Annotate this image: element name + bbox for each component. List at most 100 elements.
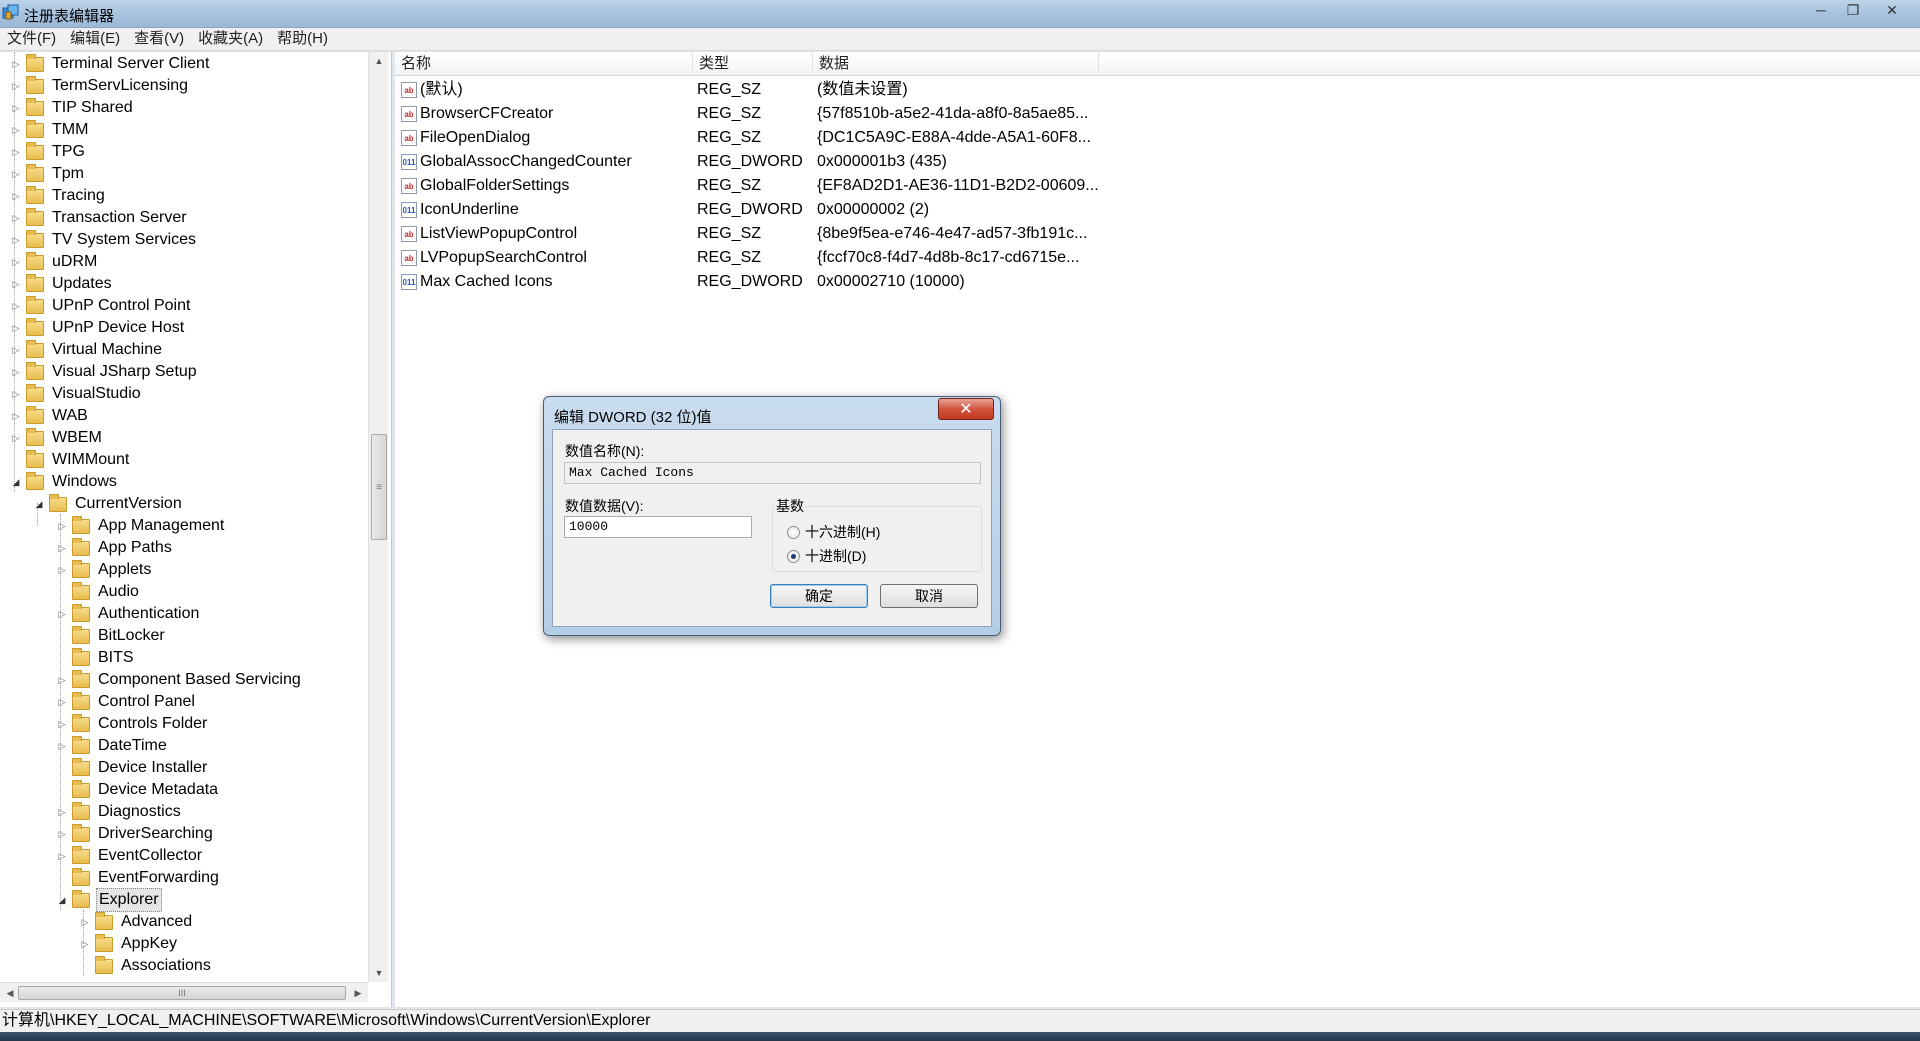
tree-node[interactable]: ▷ App Management	[56, 515, 226, 537]
menu-help[interactable]: 帮助(H)	[270, 28, 335, 50]
tree-node[interactable]: Associations	[79, 955, 213, 977]
scroll-right-arrow-icon[interactable]: ▶	[350, 983, 366, 1003]
tree-node[interactable]: WIMMount	[10, 449, 131, 471]
menu-view[interactable]: 查看(V)	[127, 28, 191, 50]
tree-node[interactable]: ▷ Advanced	[79, 911, 194, 933]
tree-node[interactable]: ▷ EventCollector	[56, 845, 204, 867]
tree-node[interactable]: ▷ Visual JSharp Setup	[10, 361, 199, 383]
tree-node[interactable]: ▷ Component Based Servicing	[56, 669, 303, 691]
collapsed-arrow-icon[interactable]: ▷	[79, 938, 91, 950]
scroll-down-arrow-icon[interactable]: ▼	[369, 964, 389, 982]
value-row[interactable]: ab (默认) REG_SZ (数值未设置)	[395, 78, 1103, 102]
registry-tree[interactable]: ▷ Terminal Server Client ▷ TermServLicensin…	[0, 52, 392, 1007]
close-window-button[interactable]: ✕	[1870, 0, 1914, 20]
edit-dword-dialog[interactable]: 编辑 DWORD (32 位)值 ✕ 数值名称(N): Max Cached I…	[543, 396, 1001, 636]
collapsed-arrow-icon[interactable]: ▷	[10, 212, 22, 224]
collapsed-arrow-icon[interactable]: ▷	[56, 696, 68, 708]
tree-node[interactable]: Device Installer	[56, 757, 209, 779]
value-data-input[interactable]: 10000	[564, 516, 752, 538]
scroll-thumb[interactable]: ≡	[371, 434, 387, 540]
collapsed-arrow-icon[interactable]: ▷	[10, 410, 22, 422]
tree-node[interactable]: ▷ TPG	[10, 141, 87, 163]
tree-node[interactable]: ◢ Explorer	[56, 888, 162, 912]
dialog-close-button[interactable]: ✕	[938, 398, 994, 420]
collapsed-arrow-icon[interactable]: ▷	[79, 916, 91, 928]
tree-node[interactable]: ▷ Controls Folder	[56, 713, 209, 735]
value-row[interactable]: ab GlobalFolderSettings REG_SZ {EF8AD2D1-AE…	[395, 174, 1103, 198]
tree-node[interactable]: ▷ uDRM	[10, 251, 99, 273]
tree-node[interactable]: ▷ TMM	[10, 119, 90, 141]
collapsed-arrow-icon[interactable]: ▷	[56, 740, 68, 752]
tree-node[interactable]: ▷ VisualStudio	[10, 383, 143, 405]
collapsed-arrow-icon[interactable]: ▷	[10, 256, 22, 268]
value-row[interactable]: ab BrowserCFCreator REG_SZ {57f8510b-a5e2-4…	[395, 102, 1103, 126]
collapsed-arrow-icon[interactable]: ▷	[10, 300, 22, 312]
tree-node[interactable]: ▷ UPnP Control Point	[10, 295, 192, 317]
collapsed-arrow-icon[interactable]: ▷	[56, 674, 68, 686]
collapsed-arrow-icon[interactable]: ▷	[56, 806, 68, 818]
decimal-radio-dot[interactable]	[787, 549, 800, 563]
tree-node[interactable]: ▷ Applets	[56, 559, 153, 581]
tree-node[interactable]: BITS	[56, 647, 136, 669]
tree-node[interactable]: Audio	[56, 581, 141, 603]
menu-favorites[interactable]: 收藏夹(A)	[191, 28, 270, 50]
collapsed-arrow-icon[interactable]: ▷	[10, 234, 22, 246]
ok-button[interactable]: 确定	[770, 584, 868, 608]
tree-vertical-scrollbar[interactable]: ▲ ≡ ▼	[368, 52, 388, 982]
collapsed-arrow-icon[interactable]: ▷	[56, 608, 68, 620]
title-bar[interactable]: 注册表编辑器 ─ ❐ ✕	[0, 0, 1920, 28]
column-data[interactable]: 数据	[813, 52, 1099, 76]
tree-node[interactable]: Device Metadata	[56, 779, 220, 801]
tree-node[interactable]: ▷ UPnP Device Host	[10, 317, 186, 339]
expanded-arrow-icon[interactable]: ◢	[56, 894, 68, 906]
expanded-arrow-icon[interactable]: ◢	[33, 498, 45, 510]
tree-node[interactable]: ▷ DriverSearching	[56, 823, 215, 845]
value-row[interactable]: 011 IconUnderline REG_DWORD 0x00000002 (2)	[395, 198, 1103, 222]
value-row[interactable]: 011 GlobalAssocChangedCounter REG_DWORD 0x0…	[395, 150, 1103, 174]
collapsed-arrow-icon[interactable]: ▷	[10, 366, 22, 378]
collapsed-arrow-icon[interactable]: ▷	[56, 520, 68, 532]
collapsed-arrow-icon[interactable]: ▷	[10, 322, 22, 334]
tree-node[interactable]: ▷ Tracing	[10, 185, 107, 207]
scroll-up-arrow-icon[interactable]: ▲	[369, 52, 389, 70]
tree-node[interactable]: ▷ Authentication	[56, 603, 201, 625]
collapsed-arrow-icon[interactable]: ▷	[56, 850, 68, 862]
tree-node[interactable]: ▷ DateTime	[56, 735, 169, 757]
hscroll-thumb[interactable]: III	[18, 986, 346, 1000]
value-row[interactable]: ab FileOpenDialog REG_SZ {DC1C5A9C-E88A-4dd…	[395, 126, 1103, 150]
menu-edit[interactable]: 编辑(E)	[63, 28, 127, 50]
cancel-button[interactable]: 取消	[880, 584, 978, 608]
menu-file[interactable]: 文件(F)	[0, 28, 63, 50]
column-type[interactable]: 类型	[693, 52, 813, 76]
tree-node[interactable]: ◢ CurrentVersion	[33, 493, 184, 515]
tree-node[interactable]: ▷ AppKey	[79, 933, 179, 955]
tree-node[interactable]: ▷ Terminal Server Client	[10, 53, 211, 75]
tree-node[interactable]: ▷ Virtual Machine	[10, 339, 164, 361]
tree-node[interactable]: ▷ WAB	[10, 405, 90, 427]
collapsed-arrow-icon[interactable]: ▷	[10, 146, 22, 158]
value-row[interactable]: ab LVPopupSearchControl REG_SZ {fccf70c8-f4…	[395, 246, 1103, 270]
collapsed-arrow-icon[interactable]: ▷	[10, 168, 22, 180]
tree-node[interactable]: ▷ App Paths	[56, 537, 174, 559]
tree-node[interactable]: ▷ Control Panel	[56, 691, 197, 713]
collapsed-arrow-icon[interactable]: ▷	[56, 718, 68, 730]
collapsed-arrow-icon[interactable]: ▷	[56, 828, 68, 840]
tree-node[interactable]: ▷ TIP Shared	[10, 97, 135, 119]
tree-node[interactable]: ▷ Tpm	[10, 163, 86, 185]
tree-horizontal-scrollbar[interactable]: ◀ III ▶	[0, 982, 368, 1002]
tree-node[interactable]: ▷ Diagnostics	[56, 801, 183, 823]
tree-node[interactable]: ◢ Windows	[10, 471, 119, 493]
maximize-button[interactable]: ❐	[1838, 0, 1868, 20]
decimal-radio[interactable]: 十进制(D)	[787, 546, 866, 566]
tree-node[interactable]: ▷ TV System Services	[10, 229, 198, 251]
hex-radio-dot[interactable]	[787, 525, 800, 539]
collapsed-arrow-icon[interactable]: ▷	[10, 102, 22, 114]
collapsed-arrow-icon[interactable]: ▷	[10, 388, 22, 400]
expanded-arrow-icon[interactable]: ◢	[10, 476, 22, 488]
collapsed-arrow-icon[interactable]: ▷	[10, 190, 22, 202]
collapsed-arrow-icon[interactable]: ▷	[10, 432, 22, 444]
value-row[interactable]: 011 Max Cached Icons REG_DWORD 0x00002710 (…	[395, 270, 1103, 294]
scroll-left-arrow-icon[interactable]: ◀	[2, 983, 18, 1003]
collapsed-arrow-icon[interactable]: ▷	[10, 278, 22, 290]
tree-node[interactable]: EventForwarding	[56, 867, 221, 889]
